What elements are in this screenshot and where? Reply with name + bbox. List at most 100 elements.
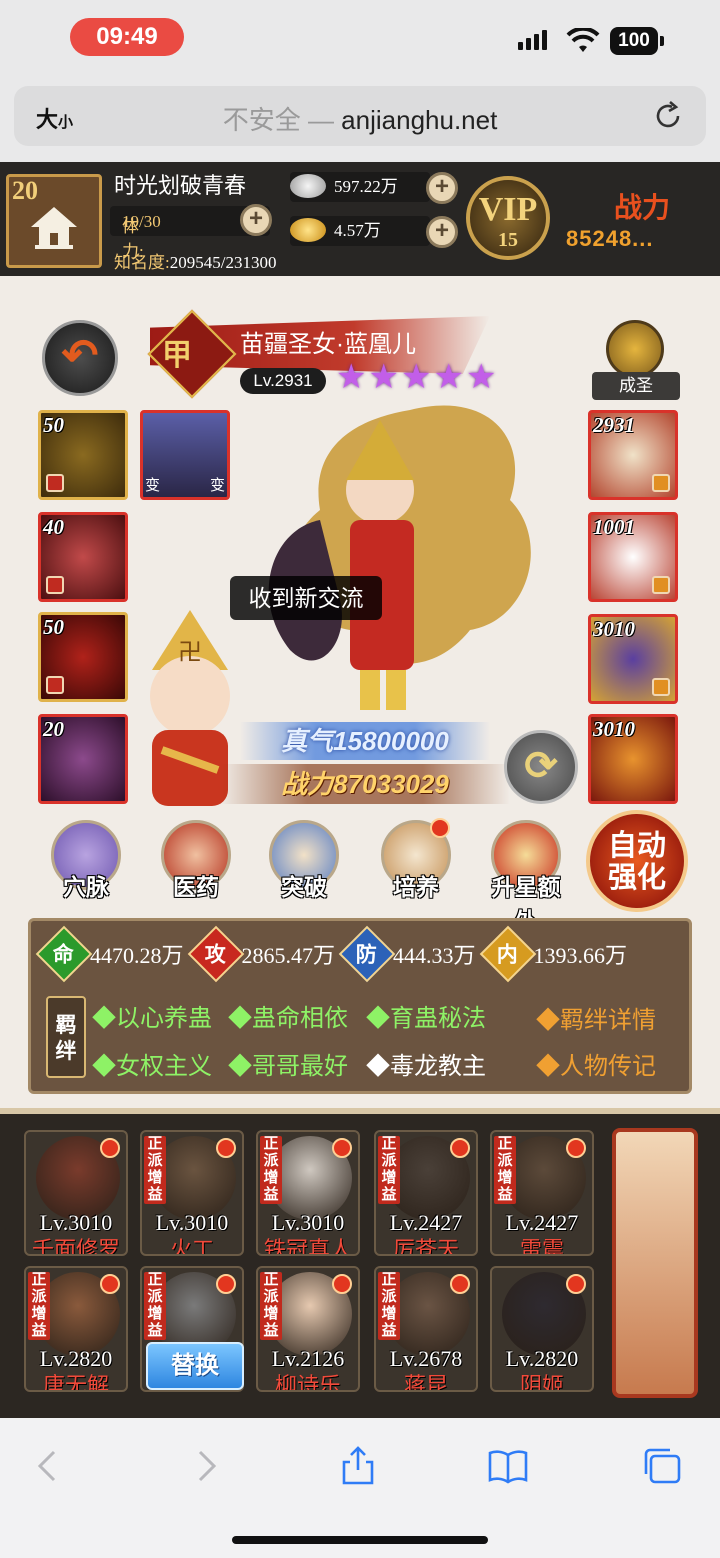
- faction-tag: 正派增益: [378, 1272, 400, 1340]
- breakthrough-button[interactable]: 突破: [264, 820, 344, 900]
- faction-tag: 正派增益: [260, 1136, 282, 1204]
- bond-item[interactable]: ◆育蛊秘法: [366, 998, 486, 1033]
- hero-card[interactable]: 正派增益 Lv.3010 铁冠真人: [256, 1130, 360, 1256]
- red-dot-icon: [100, 1274, 120, 1294]
- attack-value: 2865.47万: [241, 943, 336, 968]
- equip-slot-2[interactable]: 40: [38, 512, 128, 602]
- inner-power-icon: 内: [479, 925, 536, 983]
- equip-slot-right-1[interactable]: 2931: [588, 410, 678, 500]
- inner-power-value: 1393.66万: [533, 943, 628, 968]
- cellular-signal-icon: [518, 30, 547, 50]
- red-dot-icon: [216, 1274, 236, 1294]
- hero-card[interactable]: 正派增益 Lv.3010 火工: [140, 1130, 244, 1256]
- player-level: 20: [12, 176, 38, 205]
- red-dot-icon: [100, 1138, 120, 1158]
- power-value: 85248...: [566, 226, 654, 251]
- battery-indicator: 100: [610, 27, 658, 55]
- hero-card[interactable]: 正派增益 Lv.2427 雷震: [490, 1130, 594, 1256]
- equip-slot-3[interactable]: 50: [38, 612, 128, 702]
- defense-value: 444.33万: [393, 943, 476, 968]
- zhenqi-value: 真气15800000: [240, 722, 490, 760]
- bonds-label: 羁绊: [46, 996, 86, 1078]
- red-dot-icon: [332, 1138, 352, 1158]
- forward-icon[interactable]: [186, 1446, 226, 1486]
- attack-icon: 攻: [187, 925, 244, 983]
- buddha-icon: [606, 320, 664, 378]
- defense-icon: 防: [338, 925, 396, 983]
- cultivate-button[interactable]: 培养: [376, 818, 456, 900]
- faction-tag: 正派增益: [144, 1272, 166, 1340]
- swap-button[interactable]: 替换: [146, 1342, 244, 1390]
- hero-power-value: 战力87033029: [220, 764, 510, 804]
- formation-button[interactable]: 布阵: [612, 1128, 698, 1474]
- bond-item[interactable]: ◆以心养蛊: [92, 998, 212, 1033]
- add-stamina-button[interactable]: +: [240, 204, 272, 236]
- equip-slot-right-4[interactable]: 3010: [588, 714, 678, 804]
- add-silver-button[interactable]: +: [426, 172, 458, 204]
- faction-tag: 正派增益: [28, 1272, 50, 1340]
- red-dot-icon: [450, 1274, 470, 1294]
- silver-ingot-icon: [290, 174, 326, 198]
- battery-cap: [660, 36, 664, 46]
- life-value: 4470.28万: [90, 943, 184, 968]
- red-dot-icon: [450, 1138, 470, 1158]
- url-text[interactable]: 不安全 — anjianghu.net: [0, 100, 720, 137]
- hero-card-name: 唐无解: [42, 1373, 109, 1392]
- hero-card-name: 柳诗乐: [274, 1373, 341, 1392]
- faction-tag: 正派增益: [260, 1272, 282, 1340]
- hero-card[interactable]: 正派增益 Lv.2427 厉苍天: [374, 1130, 478, 1256]
- red-dot-icon: [216, 1138, 236, 1158]
- medicine-button[interactable]: 医药: [156, 820, 236, 900]
- bond-item[interactable]: ◆毒龙教主: [366, 1046, 486, 1081]
- auto-enhance-button[interactable]: 自动 强化: [586, 810, 688, 912]
- svg-text:卍: 卍: [178, 638, 202, 666]
- equip-slot-right-3[interactable]: 3010: [588, 614, 678, 704]
- life-icon: 命: [35, 925, 93, 983]
- faction-tag: 正派增益: [144, 1136, 166, 1204]
- home-indicator: [232, 1536, 488, 1544]
- bond-item[interactable]: ◆哥哥最好: [228, 1046, 348, 1081]
- vip-badge[interactable]: VIP 15: [466, 176, 550, 260]
- hero-card-name: 雷震: [519, 1237, 564, 1256]
- hero-card[interactable]: Lv.3010 千面修罗: [24, 1130, 128, 1256]
- reload-icon[interactable]: [652, 100, 684, 132]
- add-gold-button[interactable]: +: [426, 216, 458, 248]
- wifi-icon: [566, 28, 600, 52]
- bond-item[interactable]: ◆蛊命相依: [228, 998, 348, 1033]
- power-label: 战力: [614, 193, 671, 224]
- title-badge[interactable]: 成圣: [592, 320, 680, 402]
- tabs-icon[interactable]: [642, 1446, 682, 1486]
- hero-card-name: 阴姬: [519, 1373, 564, 1392]
- back-icon[interactable]: [28, 1446, 68, 1486]
- meridian-button[interactable]: 穴脉: [46, 820, 126, 900]
- hero-card[interactable]: 正派增益 Lv.2126 柳诗乐: [256, 1266, 360, 1392]
- attribute-row: 命 4470.28万 攻 2865.47万 防 444.33万 内 1393.66万: [35, 925, 628, 983]
- share-icon[interactable]: [338, 1446, 378, 1486]
- bond-detail-link[interactable]: ◆羁绊详情: [536, 1000, 656, 1035]
- hero-card[interactable]: 正派增益 Lv.2820 唐无解: [24, 1266, 128, 1392]
- faction-tag: 正派增益: [378, 1136, 400, 1204]
- fame-display: 知名度:209545/231300: [114, 253, 277, 272]
- equip-slot-4[interactable]: 20: [38, 714, 128, 804]
- hero-card-name: 千面修罗: [31, 1237, 120, 1256]
- bond-item[interactable]: ◆女权主义: [92, 1046, 212, 1081]
- hero-biography-link[interactable]: ◆人物传记: [536, 1046, 656, 1081]
- back-button[interactable]: ↶: [42, 320, 118, 396]
- status-time: 09:49: [70, 18, 184, 56]
- red-dot-icon: [332, 1274, 352, 1294]
- faction-tag: 正派增益: [494, 1136, 516, 1204]
- skill-slot[interactable]: 变变: [140, 410, 230, 500]
- refresh-button[interactable]: ⟳: [504, 730, 578, 804]
- gold-ingot-icon: [290, 218, 326, 242]
- hero-card[interactable]: 正派增益 Lv.2678 蒋昆: [374, 1266, 478, 1392]
- rank-text: 甲: [162, 339, 192, 372]
- red-dot-icon: [566, 1138, 586, 1158]
- hero-card-name: 厉苍天: [392, 1237, 459, 1256]
- equip-slot-1[interactable]: 50: [38, 410, 128, 500]
- equip-slot-right-2[interactable]: 1001: [588, 512, 678, 602]
- hero-card[interactable]: Lv.2820 阴姬: [490, 1266, 594, 1392]
- bookmarks-icon[interactable]: [488, 1446, 528, 1486]
- star-upgrade-button[interactable]: 升星额外: [486, 820, 566, 934]
- hero-portrait: [268, 405, 531, 710]
- hero-card-name: 铁冠真人: [263, 1237, 352, 1256]
